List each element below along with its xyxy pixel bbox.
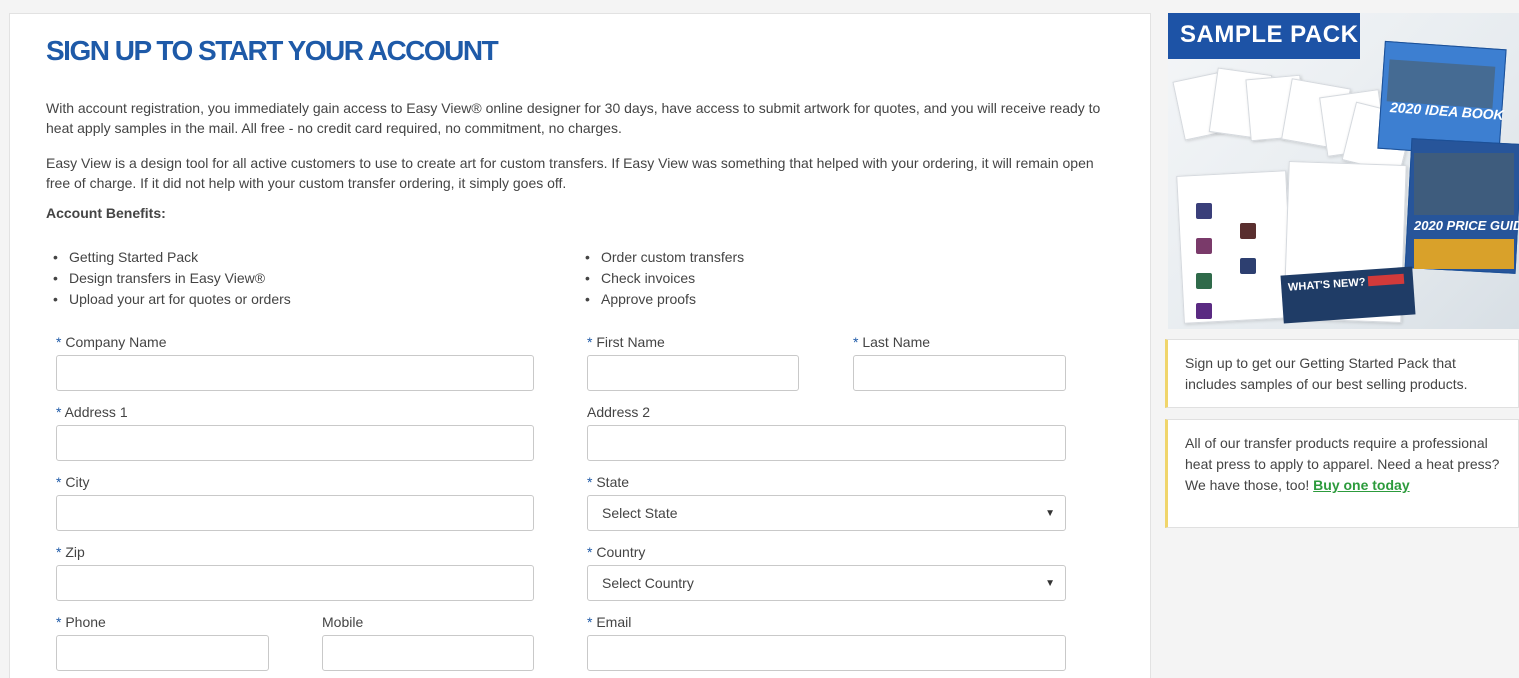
sample-pack-banner: SAMPLE PACK <box>1168 13 1360 59</box>
zip-label: * Zip <box>56 544 85 560</box>
price-guide-label: 2020 PRICE GUIDE <box>1414 218 1519 233</box>
catalog-thumb <box>1240 223 1256 239</box>
list-item: Approve proofs <box>580 289 744 310</box>
account-benefits-heading: Account Benefits: <box>46 205 166 221</box>
list-item: Check invoices <box>580 268 744 289</box>
country-selected-value: Select Country <box>602 575 694 591</box>
required-mark: * <box>56 404 62 420</box>
intro-paragraph-2: Easy View is a design tool for all activ… <box>46 155 1094 191</box>
city-label: * City <box>56 474 90 490</box>
email-field[interactable] <box>587 635 1066 671</box>
list-item: Order custom transfers <box>580 247 744 268</box>
last-name-field[interactable] <box>853 355 1066 391</box>
sample-pack-image: SAMPLE PACK 2020 IDEA BOOK 2020 PRICE GU… <box>1168 13 1519 329</box>
address-1-field[interactable] <box>56 425 534 461</box>
list-item: Getting Started Pack <box>48 247 291 268</box>
required-mark: * <box>56 544 62 560</box>
required-mark: * <box>587 544 593 560</box>
heat-press-info-box: All of our transfer products require a p… <box>1165 419 1519 528</box>
price-guide-strip <box>1414 239 1514 269</box>
phone-label: * Phone <box>56 614 106 630</box>
required-mark: * <box>587 474 593 490</box>
state-selected-value: Select State <box>602 505 678 521</box>
catalog-thumb <box>1196 238 1212 254</box>
mobile-field[interactable] <box>322 635 534 671</box>
country-select[interactable]: Select Country ▼ <box>587 565 1066 601</box>
required-mark: * <box>853 334 859 350</box>
state-label: * State <box>587 474 630 490</box>
phone-field[interactable] <box>56 635 269 671</box>
email-label: * Email <box>587 614 632 630</box>
zip-field[interactable] <box>56 565 534 601</box>
intro-paragraph-1: With account registration, you immediate… <box>46 100 1101 136</box>
caret-down-icon: ▼ <box>1045 507 1055 519</box>
catalog-thumb <box>1196 273 1212 289</box>
buy-one-today-link[interactable]: Buy one today <box>1313 477 1409 493</box>
company-name-field[interactable] <box>56 355 534 391</box>
required-mark: * <box>56 614 62 630</box>
page: SIGN UP TO START YOUR ACCOUNT With accou… <box>0 0 1519 678</box>
last-name-label: * Last Name <box>853 334 931 350</box>
catalog-thumb <box>1196 203 1212 219</box>
catalog-thumb <box>1196 303 1212 319</box>
mobile-label: Mobile <box>322 614 364 630</box>
first-name-field[interactable] <box>587 355 799 391</box>
required-mark: * <box>56 474 62 490</box>
getting-started-info-box: Sign up to get our Getting Started Pack … <box>1165 339 1519 408</box>
address-2-label: Address 2 <box>587 404 651 420</box>
address-1-label: * Address 1 <box>56 404 128 420</box>
benefits-list-right: Order custom transfers Check invoices Ap… <box>580 247 744 310</box>
catalog-page-left <box>1176 170 1294 324</box>
catalog-thumb <box>1240 258 1256 274</box>
list-item: Upload your art for quotes or orders <box>48 289 291 310</box>
city-field[interactable] <box>56 495 534 531</box>
required-mark: * <box>587 614 593 630</box>
first-name-label: * First Name <box>587 334 665 350</box>
caret-down-icon: ▼ <box>1045 577 1055 589</box>
page-title: SIGN UP TO START YOUR ACCOUNT <box>46 35 499 66</box>
company-name-label: * Company Name <box>56 334 167 350</box>
address-2-field[interactable] <box>587 425 1066 461</box>
list-item: Design transfers in Easy View® <box>48 268 291 289</box>
benefits-list-left: Getting Started Pack Design transfers in… <box>48 247 291 310</box>
required-mark: * <box>587 334 593 350</box>
country-label: * Country <box>587 544 646 560</box>
price-guide-photo <box>1414 153 1514 215</box>
state-select[interactable]: Select State ▼ <box>587 495 1066 531</box>
required-mark: * <box>56 334 62 350</box>
